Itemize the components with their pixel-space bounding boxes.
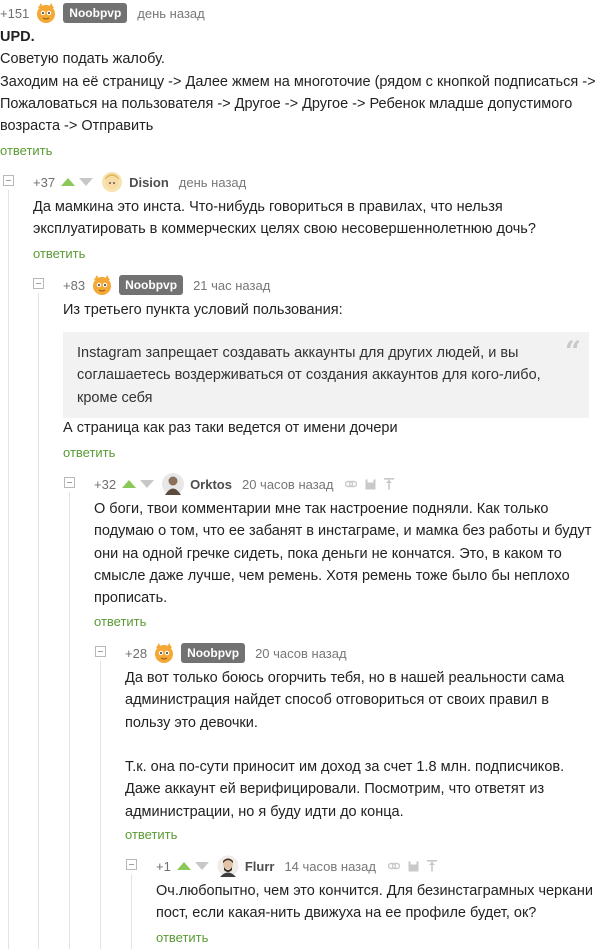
thread-line [8,190,9,949]
comment-time[interactable]: 20 часов назад [242,477,334,492]
collapse-icon[interactable] [126,859,137,870]
collapse-icon[interactable] [95,646,106,657]
comment-time[interactable]: 21 час назад [193,278,270,293]
comments-thread: +151 Noobpvp день назад UPD. Советую под… [0,0,611,949]
comment-header: +151 Noobpvp день назад [0,2,215,24]
comment-line: пост, если какая-нить движуха на ее проф… [156,905,537,922]
comment-line: Оч.любопытно, чем это кончится. Для бези… [156,883,593,899]
comment-tools [345,478,395,490]
upvote-icon[interactable] [122,480,137,488]
avatar[interactable] [162,473,185,495]
comment-rating: +151 [0,5,30,21]
comment-line: они на одной гречке сидеть, пока деньги … [94,545,562,562]
comment-line: Заходим на её страницу -> Далее жмем на … [0,73,596,90]
avatar[interactable] [91,274,113,296]
comment-time[interactable]: 20 часов назад [255,646,347,661]
avatar[interactable] [35,2,57,24]
comment-tools [387,860,437,872]
comment-line [125,734,605,756]
comment-outro: А страница как раз таки ведется от имени… [63,420,398,436]
thread-line [100,661,101,949]
comment-rating: +1 [156,858,171,874]
reply-link[interactable]: ответить [33,246,85,261]
comment-intro: Из третьего пункта условий пользования: [63,302,343,318]
comment-time[interactable]: день назад [179,175,246,190]
thread-line [69,492,70,949]
avatar[interactable] [153,642,175,664]
reply-link[interactable]: ответить [125,827,177,842]
author-name[interactable]: Noobpvp [63,3,128,23]
comment-time[interactable]: день назад [137,6,204,21]
link-icon[interactable] [387,860,400,872]
comment-line: пользу это девочки. [125,714,258,731]
vote-controls [176,862,209,870]
vote-controls [122,480,155,488]
author-name[interactable]: Orktos [190,477,232,492]
quote-text: Instagram запрещает создавать аккаунты д… [77,342,547,409]
comment-rating: +83 [63,277,86,293]
comment-line: Советую подать жалобу. [0,51,165,68]
thread-line [131,874,132,949]
comment-line: Да мамкина это инста. Что-нибудь говорит… [33,199,503,215]
vote-controls [61,178,94,186]
quote-line: соглашаетесь воздерживаться от создания … [77,367,541,384]
comment-line: эксплуатировать в коммерческих целях сво… [33,221,536,238]
avatar[interactable] [217,855,239,877]
reply-link[interactable]: ответить [94,614,146,629]
comment-line: возраста -> Отправить [0,118,154,135]
comment-body: UPD. Советую подать жалобу. Заходим на е… [0,26,600,137]
upvote-icon[interactable] [176,862,191,870]
pin-icon[interactable] [384,478,395,490]
pin-icon[interactable] [426,860,437,872]
quote-icon: “ [564,335,581,368]
downvote-icon[interactable] [194,862,209,870]
comment-rating: +28 [125,645,148,661]
comment-body: Да мамкина это инста. Что-нибудь говорит… [33,196,603,241]
reply-link[interactable]: ответить [0,143,52,158]
quote-line: кроме себя [77,389,153,406]
save-icon[interactable] [365,479,376,490]
comment-line: администрация найдет способ отговориться… [125,692,550,709]
author-name[interactable]: Flurr [245,859,275,874]
collapse-icon[interactable] [64,477,75,488]
comment-body: Оч.любопытно, чем это кончится. Для бези… [156,880,606,925]
comment-line: прописать. [94,590,168,607]
thread-line [38,293,39,949]
comment-line: О боги, твои комментарии мне так настрое… [94,501,549,517]
comment-header: +83 Noobpvp 21 час назад [63,274,280,296]
author-name[interactable]: Dision [129,175,169,190]
reply-link[interactable]: ответить [156,930,208,945]
comment-header: +1 Flurr 14 часов назад [156,855,437,877]
comment-rating: +32 [94,476,117,492]
comment-line: UPD. [0,29,35,45]
comment-line: Да вот только боюсь огорчить тебя, но в … [125,670,565,686]
comment-time[interactable]: 14 часов назад [284,859,376,874]
quote-block: Instagram запрещает создавать аккаунты д… [63,332,589,418]
comment-line: подумаю о том, что ее забанят в инстагра… [94,523,592,540]
comment-body: Да вот только боюсь огорчить тебя, но в … [125,667,605,823]
quote-line: Instagram запрещает создавать аккаунты д… [77,345,519,361]
author-name[interactable]: Noobpvp [119,275,184,295]
save-icon[interactable] [408,861,419,872]
downvote-icon[interactable] [140,480,155,488]
author-name[interactable]: Noobpvp [181,643,246,663]
avatar[interactable] [101,171,123,193]
link-icon[interactable] [345,478,358,490]
comment-body: О боги, твои комментарии мне так настрое… [94,498,604,609]
comment-header: +32 Orktos 20 часов назад [94,473,395,495]
collapse-icon[interactable] [33,278,44,289]
upvote-icon[interactable] [61,178,76,186]
comment-header: +28 Noobpvp 20 часов назад [125,642,357,664]
reply-link[interactable]: ответить [63,445,115,460]
comment-line: смысле даже лучше, чем ремень. Хотя реме… [94,567,570,584]
comment-rating: +37 [33,174,56,190]
comment-header: +37 Dision день назад [33,171,256,193]
comment-line: Т.к. она по-сути приносит им доход за сч… [125,759,565,776]
collapse-icon[interactable] [3,175,14,186]
comment-line: администрации, но я буду идти до конца. [125,803,404,820]
downvote-icon[interactable] [79,178,94,186]
comment-line: Даже аккаунт ей верифицировали. Посмотри… [125,781,545,798]
comment-line: Пожаловаться на пользователя -> Другое -… [0,95,573,112]
